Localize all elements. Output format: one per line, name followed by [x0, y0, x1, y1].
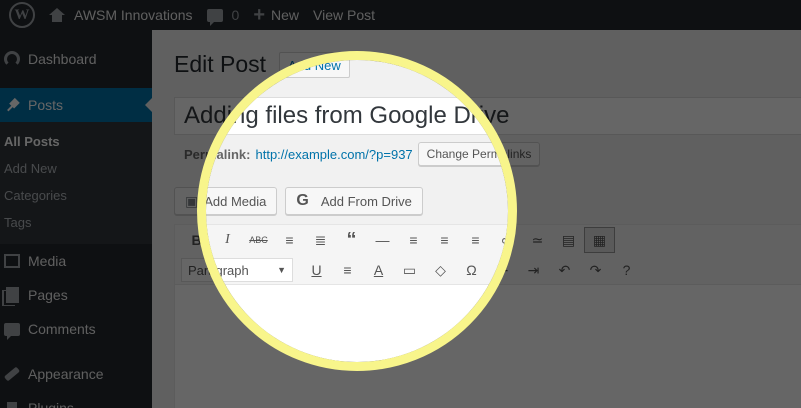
- undo-icon[interactable]: ↶: [549, 257, 580, 283]
- appearance-icon: [2, 364, 22, 384]
- clear-formatting-icon[interactable]: ◇: [425, 257, 456, 283]
- page-title: Edit Post: [174, 51, 267, 77]
- remove-link-icon[interactable]: ≃: [522, 227, 553, 253]
- site-name-link[interactable]: AWSM Innovations: [42, 0, 200, 30]
- toolbar-row-1: B I ABC ≡ ≣ “ — ≡ ≡ ≡ ∞ ≃ ▤ ▦: [175, 225, 801, 255]
- admin-bar: W AWSM Innovations 0 + New View Post: [0, 0, 801, 30]
- sidebar-item-label: Plugins: [28, 400, 74, 408]
- bullet-list-icon[interactable]: ≡: [274, 227, 305, 253]
- site-name: AWSM Innovations: [74, 7, 193, 23]
- toolbar-row-2: Paragraph ▼ U ≡ A ▭ ◇ Ω ⇤ ⇥ ↶ ↷ ?: [175, 255, 801, 285]
- pushpin-icon: [2, 95, 22, 115]
- admin-sidebar: Dashboard Posts All Posts Add New Catego…: [0, 30, 153, 408]
- change-permalinks-button[interactable]: Change Permalinks: [417, 142, 541, 166]
- sidebar-item-dashboard[interactable]: Dashboard: [0, 42, 152, 76]
- add-from-drive-button[interactable]: G Add From Drive: [285, 187, 423, 215]
- special-character-icon[interactable]: Ω: [456, 257, 487, 283]
- google-g-icon: G: [296, 192, 309, 209]
- add-from-drive-label: Add From Drive: [320, 193, 412, 209]
- plugins-icon: [2, 398, 22, 408]
- insert-link-icon[interactable]: ∞: [491, 227, 522, 253]
- submenu-all-posts[interactable]: All Posts: [0, 128, 152, 155]
- add-media-label: Add Media: [204, 193, 267, 209]
- align-left-icon[interactable]: ≡: [398, 227, 429, 253]
- sidebar-item-appearance[interactable]: Appearance: [0, 357, 152, 391]
- italic-icon[interactable]: I: [212, 227, 243, 253]
- read-more-icon[interactable]: ▤: [553, 227, 584, 253]
- wordpress-logo-icon: W: [9, 2, 35, 28]
- permalink-row: Permalink: http://example.com/?p=937 Cha…: [184, 142, 541, 166]
- home-icon: [49, 8, 65, 22]
- strikethrough-icon[interactable]: ABC: [243, 227, 274, 253]
- redo-icon[interactable]: ↷: [580, 257, 611, 283]
- new-label: New: [271, 7, 300, 23]
- submenu-add-new[interactable]: Add New: [0, 155, 152, 182]
- sidebar-item-comments[interactable]: Comments: [0, 312, 152, 346]
- comments-count: 0: [231, 7, 240, 23]
- comments-icon: [2, 319, 22, 340]
- decrease-indent-icon[interactable]: ⇤: [487, 257, 518, 283]
- blockquote-icon[interactable]: “: [336, 227, 367, 253]
- sidebar-item-plugins[interactable]: Plugins: [0, 391, 152, 408]
- sidebar-item-pages[interactable]: Pages: [0, 278, 152, 312]
- numbered-list-icon[interactable]: ≣: [305, 227, 336, 253]
- sidebar-item-label: Dashboard: [28, 51, 97, 67]
- underline-icon[interactable]: U: [301, 257, 332, 283]
- dashboard-icon: [2, 49, 22, 69]
- editor-toolbar: B I ABC ≡ ≣ “ — ≡ ≡ ≡ ∞ ≃ ▤ ▦ Paragraph …: [174, 224, 801, 284]
- sidebar-item-label: Media: [28, 253, 67, 269]
- posts-submenu: All Posts Add New Categories Tags: [0, 122, 152, 244]
- post-title-input[interactable]: Adding files from Google Drive: [174, 97, 801, 135]
- add-media-icon: ▣: [185, 192, 199, 209]
- align-right-icon[interactable]: ≡: [460, 227, 491, 253]
- justify-icon[interactable]: ≡: [332, 257, 363, 283]
- sidebar-item-label: Comments: [28, 321, 96, 337]
- wordpress-logo-button[interactable]: W: [0, 0, 42, 30]
- toolbar-toggle-icon[interactable]: ▦: [584, 227, 615, 253]
- media-icon: [2, 251, 22, 271]
- sidebar-item-label: Appearance: [28, 366, 104, 382]
- format-select[interactable]: Paragraph ▼: [181, 258, 293, 282]
- add-media-button[interactable]: ▣ Add Media: [174, 187, 278, 215]
- submenu-categories[interactable]: Categories: [0, 182, 152, 209]
- comment-icon: [206, 8, 223, 26]
- permalink-url-link[interactable]: http://example.com/?p=937: [255, 147, 412, 162]
- sidebar-item-media[interactable]: Media: [0, 244, 152, 278]
- increase-indent-icon[interactable]: ⇥: [518, 257, 549, 283]
- plus-icon: +: [253, 4, 266, 26]
- align-center-icon[interactable]: ≡: [429, 227, 460, 253]
- submenu-tags[interactable]: Tags: [0, 209, 152, 236]
- editor-content-area[interactable]: [174, 284, 801, 408]
- format-select-value: Paragraph: [188, 262, 249, 278]
- permalink-label: Permalink:: [184, 146, 251, 162]
- sidebar-item-posts[interactable]: Posts: [0, 88, 153, 122]
- horizontal-line-icon[interactable]: —: [367, 227, 398, 253]
- view-post-link[interactable]: View Post: [306, 0, 382, 30]
- sidebar-item-label: Pages: [28, 287, 68, 303]
- sidebar-item-label: Posts: [28, 97, 64, 113]
- chevron-down-icon: ▼: [277, 265, 286, 275]
- bold-icon[interactable]: B: [181, 227, 212, 253]
- main-content: Edit Post Add New Adding files from Goog…: [152, 30, 801, 408]
- add-new-button[interactable]: Add New: [279, 52, 350, 78]
- view-post-label: View Post: [313, 7, 376, 23]
- media-buttons: ▣ Add Media G Add From Drive: [174, 187, 423, 215]
- pages-icon: [2, 285, 22, 305]
- text-color-icon[interactable]: A: [363, 257, 394, 283]
- new-content-link[interactable]: + New: [246, 0, 306, 30]
- help-icon[interactable]: ?: [611, 257, 642, 283]
- comments-link[interactable]: 0: [200, 0, 247, 30]
- paste-as-text-icon[interactable]: ▭: [394, 257, 425, 283]
